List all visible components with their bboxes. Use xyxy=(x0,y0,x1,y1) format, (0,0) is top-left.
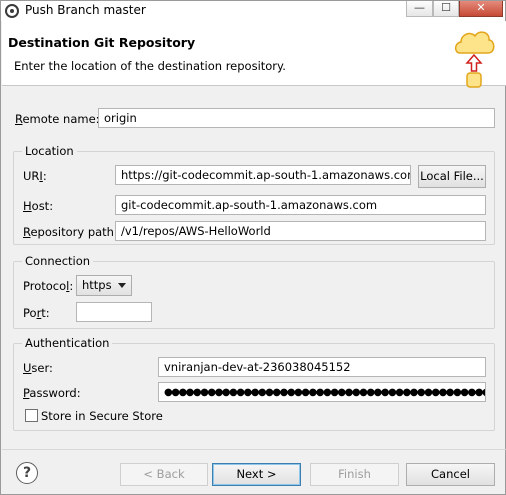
back-button[interactable]: < Back xyxy=(120,463,208,486)
window-title: Push Branch master xyxy=(25,3,146,17)
host-input[interactable]: git-codecommit.ap-south-1.amazonaws.com xyxy=(115,195,486,215)
password-input[interactable]: ●●●●●●●●●●●●●●●●●●●●●●●●●●●●●●●●●●●●●●●●… xyxy=(158,382,486,402)
store-secure-label: Store in Secure Store xyxy=(41,409,163,423)
maximize-button[interactable]: ☐ xyxy=(433,1,459,17)
help-icon[interactable]: ? xyxy=(16,462,38,484)
repository-path-label: Repository path: xyxy=(23,225,118,239)
protocol-selected-value: https xyxy=(82,278,112,292)
page-description: Enter the location of the destination re… xyxy=(14,59,286,73)
finish-button[interactable]: Finish xyxy=(310,463,399,486)
remote-name-input[interactable]: origin xyxy=(98,108,495,128)
eclipse-app-icon xyxy=(5,4,19,18)
remote-name-label: Remote name: xyxy=(15,112,100,126)
port-input[interactable] xyxy=(76,302,152,322)
repository-path-input[interactable]: /v1/repos/AWS-HelloWorld xyxy=(115,221,486,241)
authentication-group-title: Authentication xyxy=(22,336,113,350)
minimize-button[interactable]: — xyxy=(406,1,433,17)
next-button[interactable]: Next > xyxy=(212,463,301,486)
chevron-down-icon xyxy=(118,283,126,288)
local-file-button[interactable]: Local File... xyxy=(418,165,486,188)
location-group-title: Location xyxy=(22,144,77,158)
protocol-select[interactable]: https xyxy=(76,275,132,296)
password-label: Password: xyxy=(23,386,81,400)
wizard-header: Destination Git Repository Enter the loc… xyxy=(2,21,506,88)
footer-separator xyxy=(2,449,506,450)
uri-label: URI: xyxy=(23,169,47,183)
uri-input[interactable]: https://git-codecommit.ap-south-1.amazon… xyxy=(115,165,411,185)
protocol-label: Protocol: xyxy=(23,279,74,293)
user-input[interactable]: vniranjan-dev-at-236038045152 xyxy=(158,357,486,377)
user-label: User: xyxy=(23,361,53,375)
push-branch-dialog: Push Branch master — ☐ ✕ Destination Git… xyxy=(0,0,506,495)
cancel-button[interactable]: Cancel xyxy=(406,463,495,486)
port-label: Port: xyxy=(23,306,50,320)
store-secure-checkbox[interactable] xyxy=(25,409,38,422)
cloud-upload-icon xyxy=(454,31,495,88)
host-label: Host: xyxy=(23,199,54,213)
connection-group-title: Connection xyxy=(22,254,94,268)
close-button[interactable]: ✕ xyxy=(459,1,503,17)
page-title: Destination Git Repository xyxy=(8,35,196,50)
title-bar: Push Branch master — ☐ ✕ xyxy=(1,1,505,21)
